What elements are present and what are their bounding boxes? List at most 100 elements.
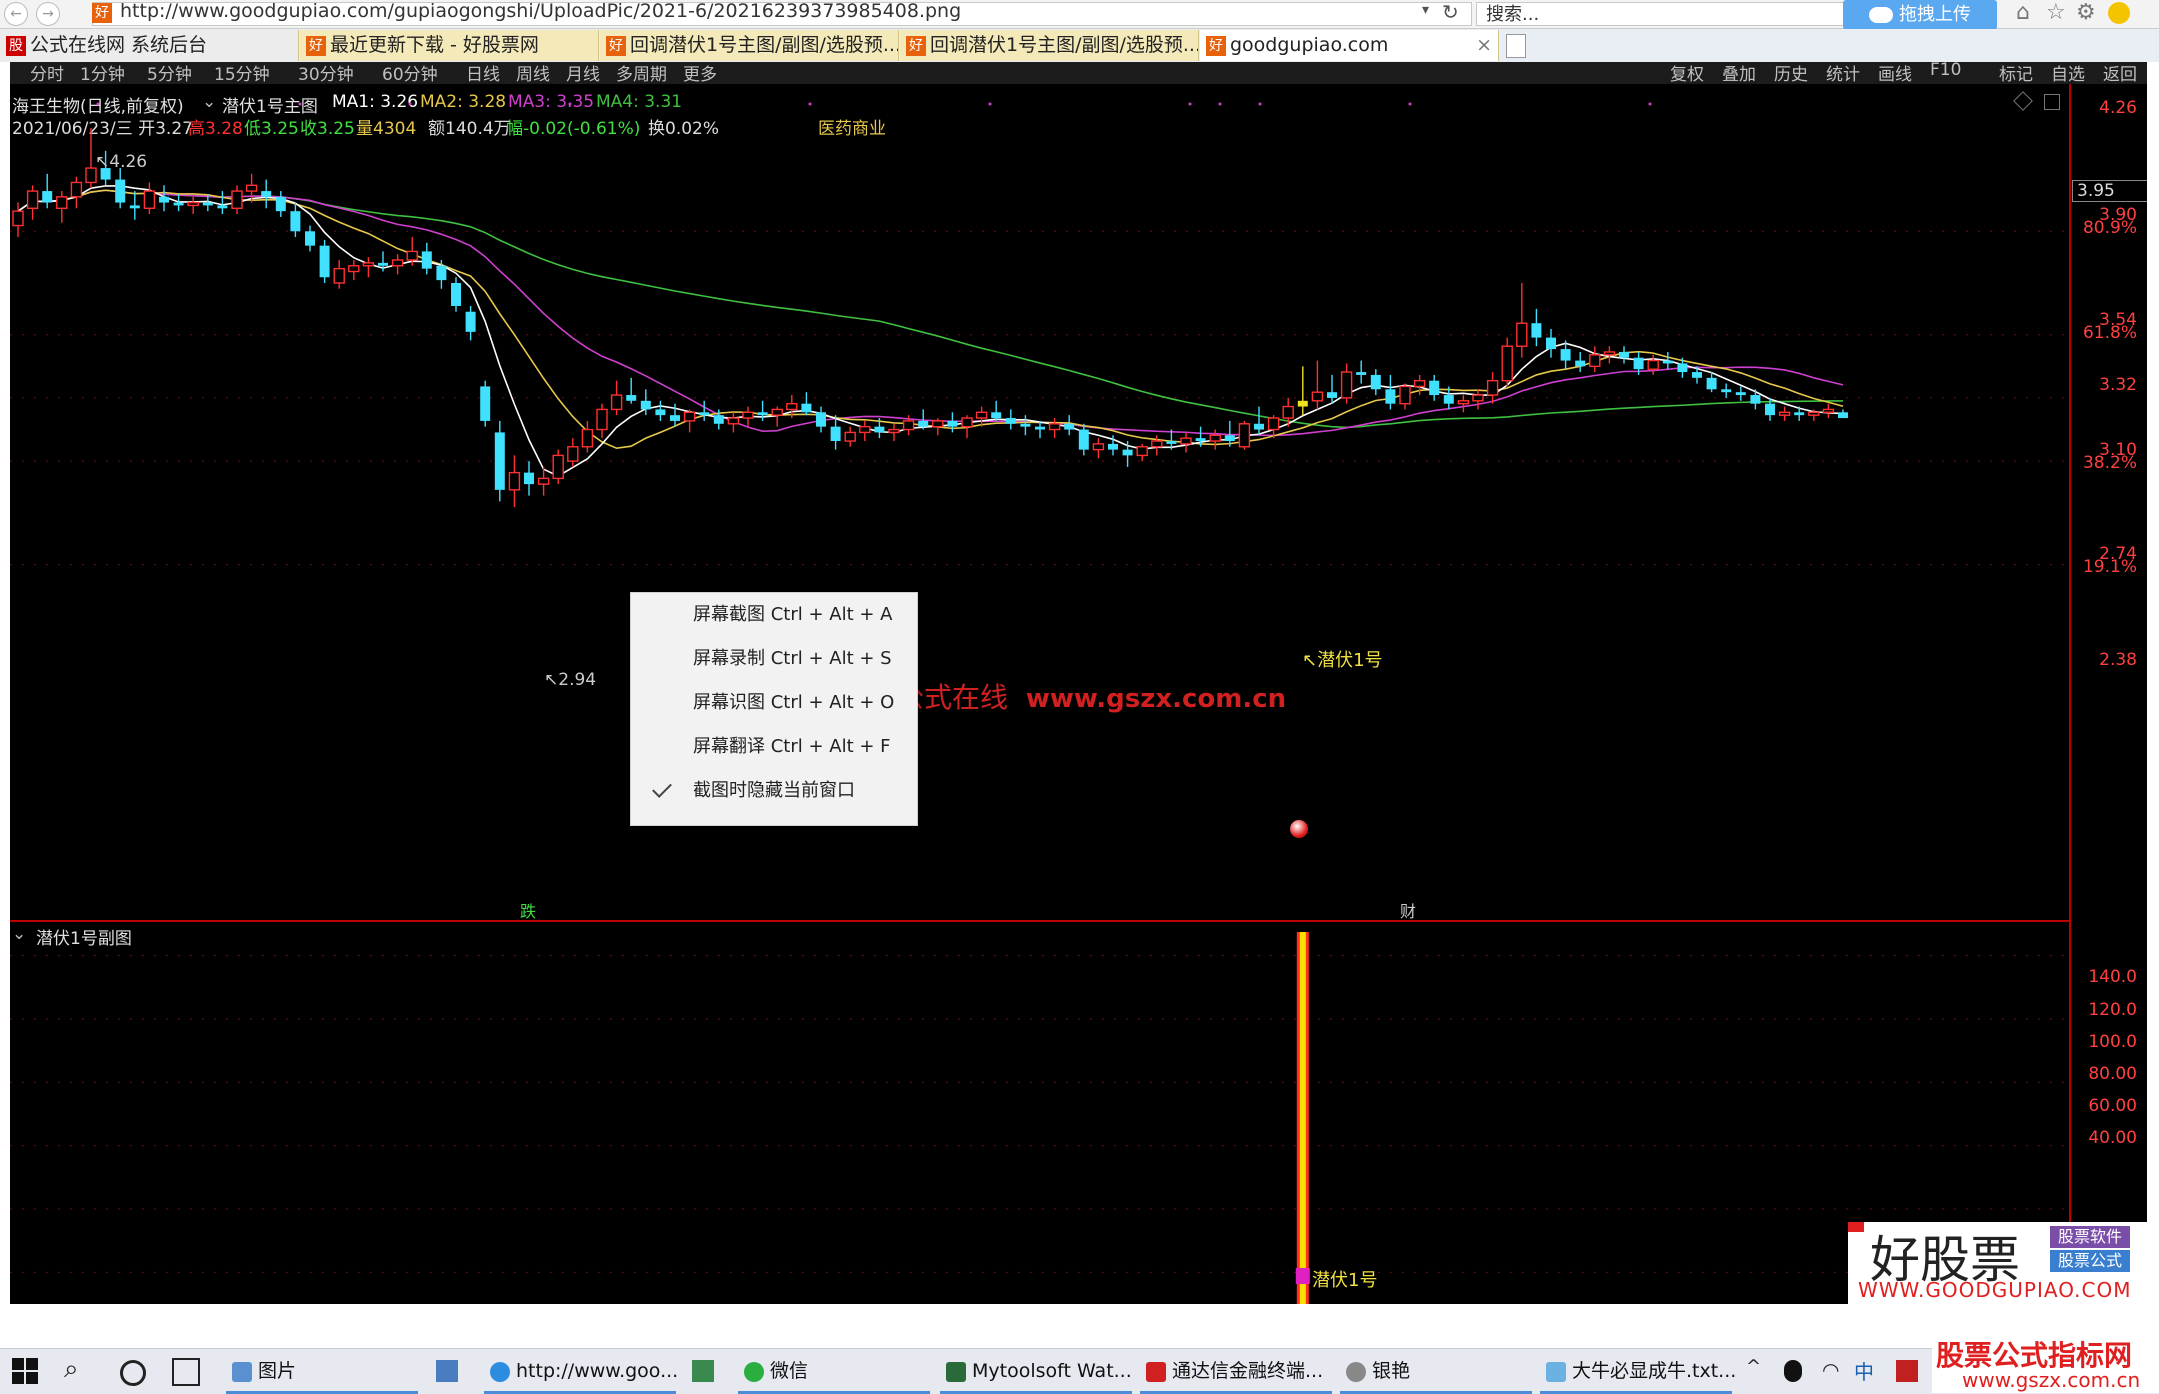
tray-app-icon[interactable]	[1896, 1360, 1918, 1382]
upload-button[interactable]: 拖拽上传	[1843, 0, 1997, 30]
candle-body	[1575, 360, 1586, 367]
tab-favicon-icon: 好	[606, 35, 626, 56]
candle-body	[26, 190, 39, 210]
cortana-icon[interactable]	[120, 1360, 146, 1386]
taskbar-item-wechat[interactable]: 微信	[738, 1351, 930, 1394]
candle-body	[1254, 423, 1264, 430]
task-view-icon[interactable]	[172, 1358, 200, 1386]
tab-item[interactable]: 好回调潜伏1号主图/副图/选股预...	[600, 30, 899, 61]
tab-close-icon[interactable]: ×	[1476, 30, 1492, 61]
candle-body	[1589, 354, 1601, 368]
candle-body	[1399, 385, 1411, 405]
candle-body	[391, 259, 404, 267]
star-icon[interactable]: ☆	[2046, 0, 2066, 25]
top-marker-dot	[298, 102, 302, 106]
wifi-icon[interactable]: ◠	[1822, 1358, 1839, 1382]
candle-body	[844, 431, 856, 442]
candle-body	[1516, 322, 1528, 347]
ime-indicator[interactable]: 中	[1854, 1356, 1874, 1385]
top-marker-dot	[1408, 102, 1412, 106]
candle-body	[1750, 395, 1761, 404]
context-menu: 屏幕截图 Ctrl + Alt + A 屏幕录制 Ctrl + Alt + S …	[630, 592, 918, 826]
menu-item-translate[interactable]: 屏幕翻译 Ctrl + Alt + F	[631, 725, 917, 769]
tab-item[interactable]: 股公式在线网 系统后台	[0, 30, 299, 61]
candle-body	[1633, 357, 1644, 370]
candle-body	[640, 400, 651, 410]
candle-body	[786, 402, 798, 411]
tab-item-active[interactable]: 好 goodgupiao.com ×	[1200, 30, 1499, 61]
subpanel-axis-label: 140.0	[2088, 967, 2137, 987]
candle-body	[1429, 380, 1440, 396]
tray-expand-icon[interactable]: ^	[1746, 1356, 1761, 1377]
candle-body	[1794, 412, 1805, 416]
panel-divider[interactable]	[10, 920, 2070, 922]
new-tab-icon[interactable]	[1506, 34, 1526, 58]
menu-item-label: 屏幕录制 Ctrl + Alt + S	[693, 648, 892, 669]
taskbar-item-browser[interactable]: http://www.goo...	[484, 1351, 679, 1394]
candle-body	[1765, 403, 1775, 416]
candle-body	[261, 191, 272, 197]
bottom-tag-left: 跌	[520, 902, 537, 921]
app-icon[interactable]	[436, 1360, 458, 1382]
candle-body	[333, 267, 345, 284]
qq-icon[interactable]	[1784, 1360, 1802, 1382]
candle-body	[552, 454, 564, 480]
candle-body	[1356, 372, 1367, 375]
tab-favicon-icon: 好	[306, 35, 326, 56]
taskbar-label: 图片	[258, 1360, 297, 1382]
candle-body	[1501, 345, 1513, 382]
candle-body	[713, 415, 724, 424]
smiley-icon[interactable]	[2108, 2, 2130, 24]
candle-body	[727, 417, 740, 425]
low-marker-value: 2.94	[558, 670, 597, 690]
top-marker-dot	[988, 102, 992, 106]
candle-body	[70, 181, 83, 198]
refresh-icon[interactable]: ↻	[1442, 0, 1459, 24]
taskbar-item-pictures[interactable]: 图片	[226, 1351, 418, 1394]
tdx-icon	[1146, 1361, 1166, 1382]
candle-body	[1443, 395, 1454, 404]
windows-start-icon[interactable]	[12, 1358, 38, 1384]
top-marker-dot	[1648, 102, 1652, 106]
candle-body	[1282, 405, 1294, 419]
candle-body	[1531, 323, 1542, 338]
tab-label: 回调潜伏1号主图/副图/选股预...	[930, 34, 1199, 56]
taskbar-item-yinyan[interactable]: 银艳	[1340, 1351, 1532, 1394]
menu-item-record[interactable]: 屏幕录制 Ctrl + Alt + S	[631, 637, 917, 681]
candle-body	[830, 426, 841, 442]
forward-button[interactable]: →	[36, 2, 60, 26]
menu-item-ocr[interactable]: 屏幕识图 Ctrl + Alt + O	[631, 681, 917, 725]
image-viewer-icon[interactable]	[692, 1360, 714, 1382]
taskbar-item-notepad[interactable]: 大牛必显成牛.txt...	[1540, 1351, 1736, 1394]
gear-icon[interactable]: ⚙	[2076, 0, 2096, 25]
candle-body	[451, 283, 461, 306]
taskbar-label: http://www.goo...	[516, 1360, 679, 1382]
candle-body	[231, 190, 243, 210]
menu-item-label: 屏幕截图 Ctrl + Alt + A	[693, 604, 893, 625]
menu-item-screenshot[interactable]: 屏幕截图 Ctrl + Alt + A	[631, 593, 917, 637]
url-text[interactable]: http://www.goodgupiao.com/gupiaogongshi/…	[120, 0, 961, 22]
back-button[interactable]: ←	[4, 2, 28, 26]
menu-item-hide-window[interactable]: 截图时隐藏当前窗口	[631, 769, 917, 813]
candle-body	[537, 477, 550, 485]
taskbar-item-tdx[interactable]: 通达信金融终端...	[1140, 1351, 1332, 1394]
candle-body	[1078, 429, 1089, 450]
candle-body	[406, 250, 418, 261]
tab-item[interactable]: 好最近更新下载 - 好股票网	[300, 30, 599, 61]
dropdown-icon[interactable]: ▾	[1422, 2, 1429, 18]
candle-body	[1677, 363, 1688, 373]
logo-url: WWW.GOODGUPIAO.COM	[1858, 1278, 2132, 1302]
tab-item[interactable]: 好回调潜伏1号主图/副图/选股预...	[900, 30, 1199, 61]
taskbar-item-mytoolsoft[interactable]: Mytoolsoft Wat...	[940, 1351, 1132, 1394]
tab-favicon-icon: 好	[1206, 35, 1226, 56]
home-icon[interactable]: ⌂	[2016, 0, 2030, 25]
candle-body	[1195, 438, 1206, 442]
candle-body	[1486, 379, 1499, 396]
search-icon[interactable]: ⌕	[64, 1354, 79, 1385]
subpanel-title[interactable]: 潜伏1号副图	[36, 924, 132, 949]
top-marker-dot	[568, 102, 572, 106]
candle-body	[1035, 426, 1045, 430]
subpanel-expand-icon[interactable]: ⌄	[12, 924, 26, 944]
candle-body	[1224, 435, 1235, 442]
taskbar-label: 微信	[770, 1360, 809, 1382]
